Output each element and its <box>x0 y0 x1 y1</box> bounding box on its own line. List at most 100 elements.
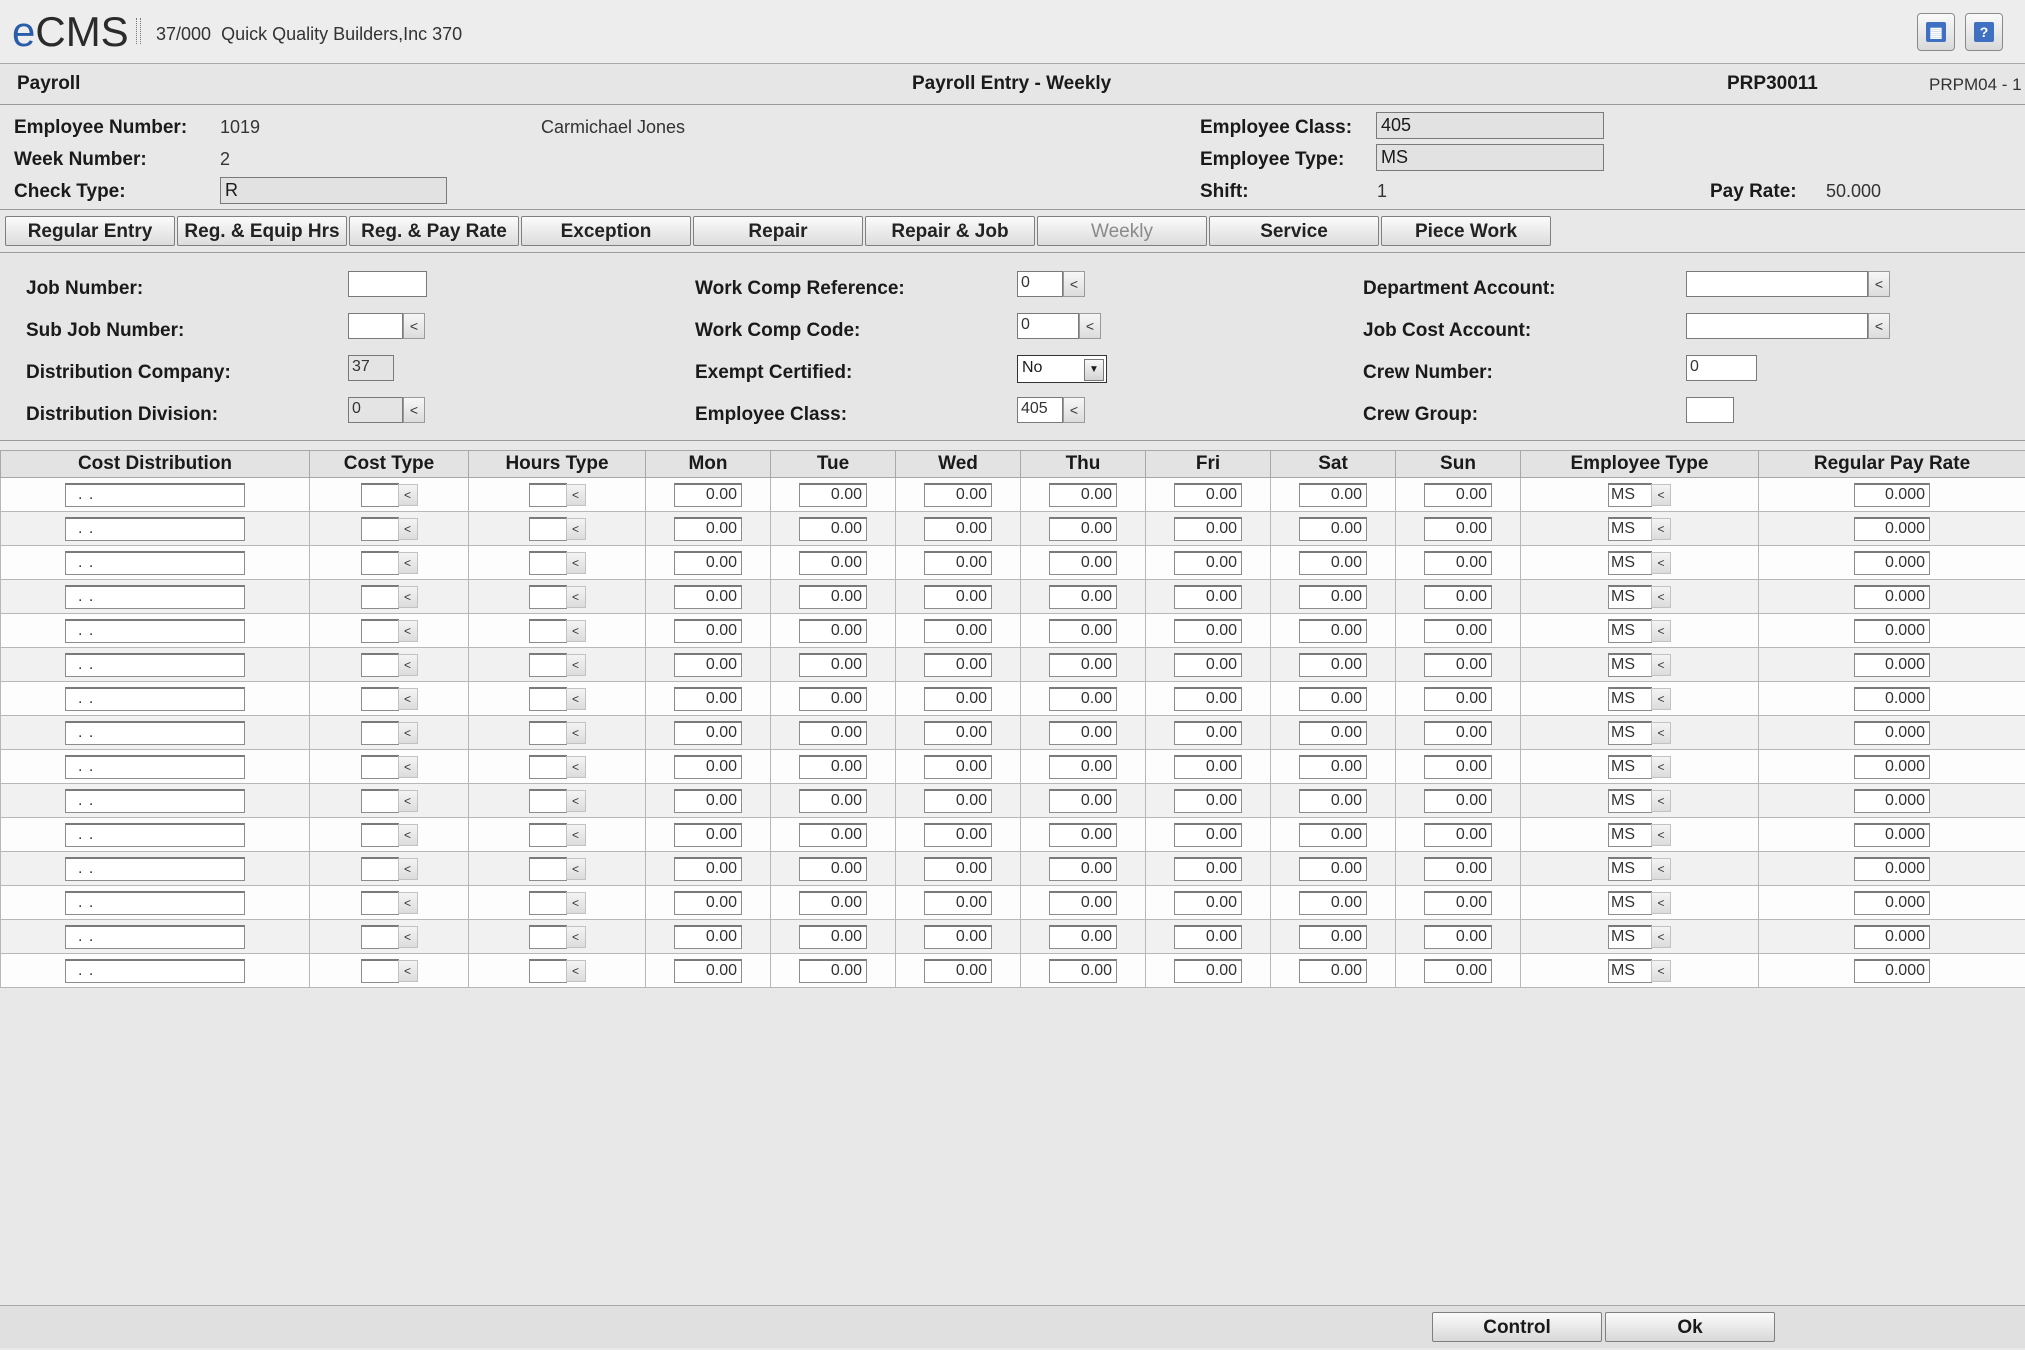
employee-type-input[interactable]: MS <box>1608 958 1652 983</box>
cost-distribution-input[interactable]: . . <box>65 958 245 983</box>
cost-type-input[interactable] <box>360 516 399 541</box>
hours-type-lookup-icon[interactable]: < <box>565 721 586 744</box>
hours-type-lookup-icon[interactable]: < <box>565 891 586 914</box>
employee-type-lookup-icon[interactable]: < <box>1651 653 1671 676</box>
hours-type-input[interactable] <box>528 550 567 575</box>
thu-hours-input[interactable]: 0.00 <box>1049 856 1117 881</box>
hours-type-lookup-icon[interactable]: < <box>565 755 586 778</box>
hours-type-lookup-icon[interactable]: < <box>565 823 586 846</box>
mon-hours-input[interactable]: 0.00 <box>674 924 742 949</box>
hours-type-lookup-icon[interactable]: < <box>565 687 586 710</box>
tue-hours-input[interactable]: 0.00 <box>799 958 867 983</box>
wed-hours-input[interactable]: 0.00 <box>924 856 992 881</box>
mon-hours-input[interactable]: 0.00 <box>674 686 742 711</box>
mon-hours-input[interactable]: 0.00 <box>674 890 742 915</box>
cost-type-input[interactable] <box>360 652 399 677</box>
job-number-input[interactable] <box>348 271 427 297</box>
sun-hours-input[interactable]: 0.00 <box>1424 958 1492 983</box>
sub-job-lookup-icon[interactable]: < <box>403 313 425 339</box>
cost-type-input[interactable] <box>360 584 399 609</box>
fri-hours-input[interactable]: 0.00 <box>1174 754 1242 779</box>
hours-type-input[interactable] <box>528 652 567 677</box>
cost-distribution-input[interactable]: . . <box>65 686 245 711</box>
work-comp-code-lookup-icon[interactable]: < <box>1079 313 1101 339</box>
tue-hours-input[interactable]: 0.00 <box>799 924 867 949</box>
sat-hours-input[interactable]: 0.00 <box>1299 822 1367 847</box>
sun-hours-input[interactable]: 0.00 <box>1424 686 1492 711</box>
sun-hours-input[interactable]: 0.00 <box>1424 856 1492 881</box>
employee-type-input[interactable]: MS <box>1608 618 1652 643</box>
wed-hours-input[interactable]: 0.00 <box>924 720 992 745</box>
fri-hours-input[interactable]: 0.00 <box>1174 584 1242 609</box>
distribution-division-input[interactable]: 0 <box>348 397 403 423</box>
cost-type-lookup-icon[interactable]: < <box>397 925 418 948</box>
tue-hours-input[interactable]: 0.00 <box>799 720 867 745</box>
sat-hours-input[interactable]: 0.00 <box>1299 550 1367 575</box>
cost-type-input[interactable] <box>360 482 399 507</box>
thu-hours-input[interactable]: 0.00 <box>1049 652 1117 677</box>
mon-hours-input[interactable]: 0.00 <box>674 720 742 745</box>
cost-type-input[interactable] <box>360 720 399 745</box>
tab-piece-work[interactable]: Piece Work <box>1381 216 1551 246</box>
tue-hours-input[interactable]: 0.00 <box>799 754 867 779</box>
hours-type-lookup-icon[interactable]: < <box>565 653 586 676</box>
cost-type-input[interactable] <box>360 958 399 983</box>
hours-type-input[interactable] <box>528 890 567 915</box>
hours-type-lookup-icon[interactable]: < <box>565 619 586 642</box>
fri-hours-input[interactable]: 0.00 <box>1174 924 1242 949</box>
hours-type-input[interactable] <box>528 516 567 541</box>
employee-type-input[interactable]: MS <box>1608 652 1652 677</box>
mon-hours-input[interactable]: 0.00 <box>674 550 742 575</box>
thu-hours-input[interactable]: 0.00 <box>1049 788 1117 813</box>
employee-type-input[interactable]: MS <box>1608 686 1652 711</box>
thu-hours-input[interactable]: 0.00 <box>1049 754 1117 779</box>
fri-hours-input[interactable]: 0.00 <box>1174 516 1242 541</box>
hours-type-lookup-icon[interactable]: < <box>565 585 586 608</box>
thu-hours-input[interactable]: 0.00 <box>1049 618 1117 643</box>
tab-repair[interactable]: Repair <box>693 216 863 246</box>
regular-pay-rate-input[interactable]: 0.000 <box>1854 720 1930 745</box>
wed-hours-input[interactable]: 0.00 <box>924 652 992 677</box>
ok-button[interactable]: Ok <box>1605 1312 1775 1342</box>
sat-hours-input[interactable]: 0.00 <box>1299 686 1367 711</box>
cost-distribution-input[interactable]: . . <box>65 482 245 507</box>
cost-type-lookup-icon[interactable]: < <box>397 687 418 710</box>
hours-type-input[interactable] <box>528 822 567 847</box>
sat-hours-input[interactable]: 0.00 <box>1299 890 1367 915</box>
sat-hours-input[interactable]: 0.00 <box>1299 652 1367 677</box>
sun-hours-input[interactable]: 0.00 <box>1424 516 1492 541</box>
sun-hours-input[interactable]: 0.00 <box>1424 924 1492 949</box>
employee-type-lookup-icon[interactable]: < <box>1651 687 1671 710</box>
thu-hours-input[interactable]: 0.00 <box>1049 516 1117 541</box>
fri-hours-input[interactable]: 0.00 <box>1174 822 1242 847</box>
employee-type-input[interactable]: MS <box>1608 856 1652 881</box>
mon-hours-input[interactable]: 0.00 <box>674 584 742 609</box>
mon-hours-input[interactable]: 0.00 <box>674 856 742 881</box>
cost-type-lookup-icon[interactable]: < <box>397 789 418 812</box>
cost-type-input[interactable] <box>360 822 399 847</box>
hours-type-input[interactable] <box>528 584 567 609</box>
tue-hours-input[interactable]: 0.00 <box>799 618 867 643</box>
cost-type-lookup-icon[interactable]: < <box>397 891 418 914</box>
hours-type-input[interactable] <box>528 788 567 813</box>
cost-type-lookup-icon[interactable]: < <box>397 755 418 778</box>
sun-hours-input[interactable]: 0.00 <box>1424 618 1492 643</box>
mon-hours-input[interactable]: 0.00 <box>674 788 742 813</box>
regular-pay-rate-input[interactable]: 0.000 <box>1854 822 1930 847</box>
sat-hours-input[interactable]: 0.00 <box>1299 618 1367 643</box>
cost-type-lookup-icon[interactable]: < <box>397 857 418 880</box>
hours-type-lookup-icon[interactable]: < <box>565 483 586 506</box>
cost-type-lookup-icon[interactable]: < <box>397 721 418 744</box>
thu-hours-input[interactable]: 0.00 <box>1049 550 1117 575</box>
hours-type-lookup-icon[interactable]: < <box>565 517 586 540</box>
fri-hours-input[interactable]: 0.00 <box>1174 652 1242 677</box>
sun-hours-input[interactable]: 0.00 <box>1424 482 1492 507</box>
regular-pay-rate-input[interactable]: 0.000 <box>1854 924 1930 949</box>
cost-distribution-input[interactable]: . . <box>65 720 245 745</box>
cost-type-input[interactable] <box>360 686 399 711</box>
cost-type-lookup-icon[interactable]: < <box>397 653 418 676</box>
mon-hours-input[interactable]: 0.00 <box>674 516 742 541</box>
regular-pay-rate-input[interactable]: 0.000 <box>1854 550 1930 575</box>
cost-type-lookup-icon[interactable]: < <box>397 619 418 642</box>
hours-type-lookup-icon[interactable]: < <box>565 857 586 880</box>
